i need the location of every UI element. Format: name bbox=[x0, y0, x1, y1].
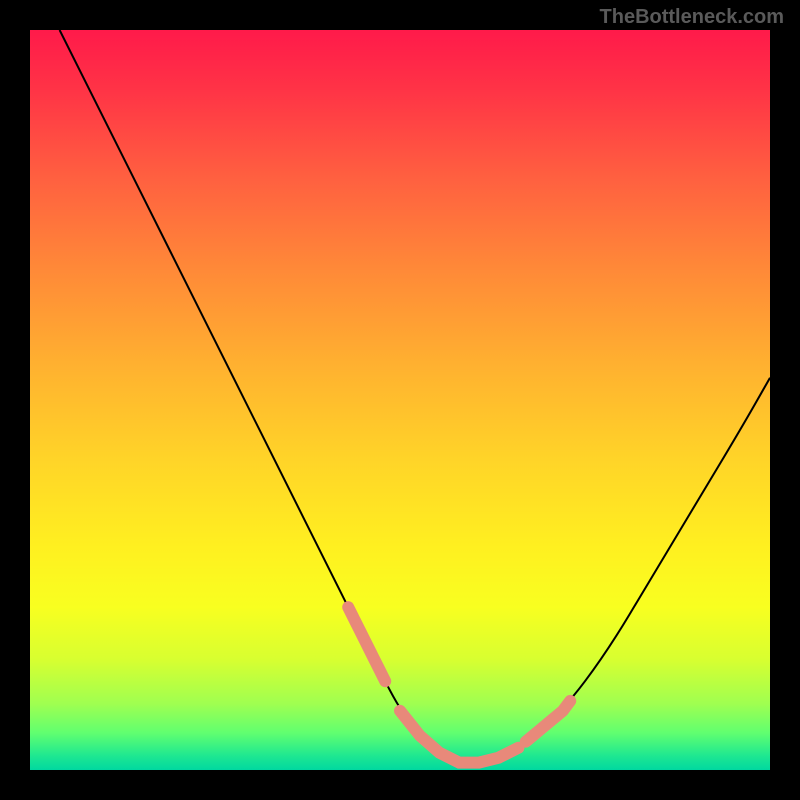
highlight-segment bbox=[348, 607, 385, 681]
chart-container bbox=[30, 30, 770, 770]
highlight-segment bbox=[526, 701, 570, 742]
bottleneck-curve-line bbox=[60, 30, 770, 763]
chart-svg bbox=[30, 30, 770, 770]
highlight-segment bbox=[400, 711, 518, 763]
watermark-text: TheBottleneck.com bbox=[600, 6, 784, 29]
highlight-segments bbox=[348, 607, 570, 762]
